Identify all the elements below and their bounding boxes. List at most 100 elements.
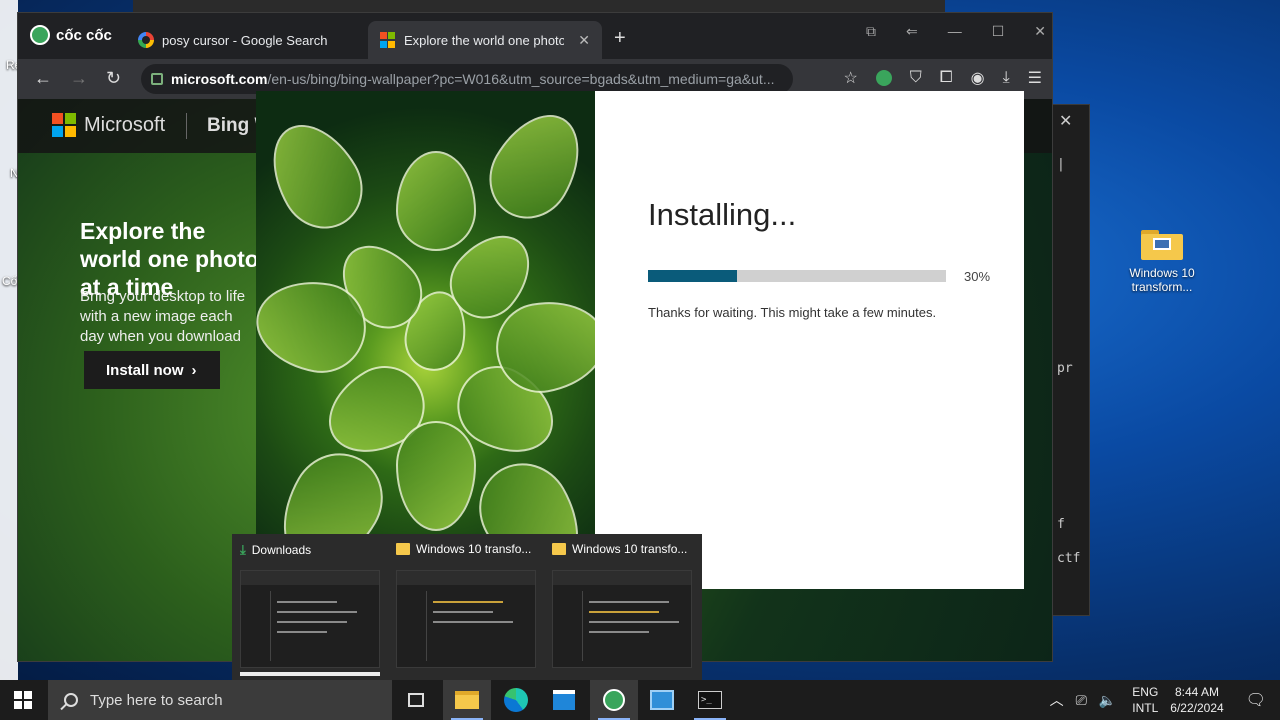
download-icon: ⤓: [240, 542, 246, 557]
clock-time: 8:44 AM: [1174, 685, 1219, 699]
desktop-folder-shortcut[interactable]: Windows 10 transform...: [1122, 228, 1202, 294]
forward-arrow-icon[interactable]: →: [70, 68, 88, 89]
coccoc-icon: [603, 689, 625, 711]
download-icon[interactable]: ⤓: [1003, 69, 1010, 87]
microsoft-logo[interactable]: Microsoft: [52, 113, 165, 137]
close-icon[interactable]: ✕: [1034, 23, 1046, 40]
background-window: [133, 0, 945, 12]
chevron-right-icon: ›: [191, 361, 197, 379]
profile-icon[interactable]: ◉: [971, 68, 985, 88]
tab-title: posy cursor - Google Search: [162, 32, 328, 48]
preview-title: Downloads: [251, 543, 312, 557]
taskbar-coccoc[interactable]: [590, 680, 638, 720]
succulent-image: [256, 91, 595, 589]
new-tab-button[interactable]: +: [614, 27, 626, 50]
search-placeholder: Type here to search: [90, 691, 223, 709]
desktop-fragment-label: Cố: [2, 274, 18, 288]
language-code: ENG: [1132, 685, 1159, 699]
minimize-icon[interactable]: —: [948, 23, 962, 40]
back-split-icon[interactable]: ⇐: [906, 23, 918, 40]
cast-icon[interactable]: ⧉: [866, 23, 876, 40]
taskbar-edge[interactable]: [492, 680, 540, 720]
microsoft-icon: [380, 32, 396, 48]
keyboard-layout: INTL: [1132, 701, 1159, 715]
terminal-text: ctf: [1057, 551, 1081, 566]
brand-label: cốc cốc: [56, 26, 112, 44]
tab-bing-wallpaper[interactable]: Explore the world one photo ✕: [368, 21, 602, 59]
hero-subtitle: Bring your desktop to life with a new im…: [80, 288, 246, 345]
coccoc-logo-icon: [30, 25, 50, 45]
clock[interactable]: 8:44 AM 6/22/2024: [1170, 684, 1223, 716]
window-controls: ⧉ ⇐ — ☐ ✕: [866, 23, 1046, 40]
url-host: microsoft.com: [171, 71, 268, 87]
reload-icon[interactable]: ↻: [106, 68, 121, 89]
dark-mode-icon[interactable]: [875, 70, 892, 86]
maximize-icon[interactable]: ☐: [992, 23, 1005, 40]
terminal-text: pr: [1057, 361, 1073, 376]
installer-title: Installing...: [648, 197, 797, 232]
notification-icon[interactable]: 🗨: [1246, 690, 1266, 710]
volume-muted-icon[interactable]: 🔈: [1099, 692, 1116, 709]
taskbar-store[interactable]: [540, 680, 588, 720]
preview-thumbnail: [552, 570, 692, 668]
close-icon[interactable]: ✕: [1059, 111, 1072, 131]
tab-title: Explore the world one photo: [404, 32, 565, 48]
search-icon: [64, 693, 78, 707]
browser-brand[interactable]: cốc cốc: [30, 25, 112, 45]
taskbar-file-explorer[interactable]: [443, 680, 491, 720]
back-arrow-icon[interactable]: ←: [34, 68, 52, 89]
progress-fill: [648, 270, 738, 282]
clock-date: 6/22/2024: [1170, 701, 1224, 715]
menu-icon[interactable]: ☰: [1028, 68, 1042, 88]
system-tray: ︿ ⎚ 🔈 ENG INTL 8:44 AM 6/22/2024 🗨: [1050, 680, 1280, 720]
language-indicator[interactable]: ENG INTL: [1132, 684, 1158, 716]
lock-icon[interactable]: [151, 73, 163, 85]
microsoft-logo-text: Microsoft: [84, 113, 166, 136]
terminal-text: f: [1057, 517, 1065, 532]
address-bar[interactable]: microsoft.com/en-us/bing/bing-wallpaper?…: [141, 64, 793, 94]
install-label: Install now: [106, 361, 184, 379]
preview-title: Windows 10 transfo...: [416, 542, 532, 556]
installer-message: Thanks for waiting. This might take a fe…: [648, 305, 937, 320]
preview-thumbnail: [240, 570, 380, 668]
installer-dialog: Installing... 30% Thanks for waiting. Th…: [256, 91, 1024, 589]
desktop-edge-strip: [0, 0, 18, 680]
store-icon: [553, 690, 575, 710]
bookmark-star-icon[interactable]: ☆: [843, 68, 857, 88]
tab-google-search[interactable]: posy cursor - Google Search: [126, 21, 362, 59]
tab-bar: cốc cốc posy cursor - Google Search Expl…: [18, 13, 1052, 59]
header-divider: [186, 113, 187, 139]
taskbar-previews: ⤓ Downloads Windows 10 transfo... Window…: [232, 534, 702, 680]
network-icon[interactable]: ⎚: [1076, 692, 1087, 709]
windows-start-icon[interactable]: [14, 691, 32, 709]
folder-icon: [1141, 228, 1183, 260]
shield-icon[interactable]: ⛉: [910, 69, 922, 87]
edge-icon: [504, 688, 528, 712]
preview-downloads[interactable]: ⤓ Downloads: [232, 534, 388, 680]
preview-folder-1[interactable]: Windows 10 transfo...: [388, 534, 544, 680]
terminal-icon: >_: [698, 691, 722, 709]
close-tab-icon[interactable]: ✕: [578, 32, 590, 49]
google-icon: [138, 32, 154, 48]
install-now-button[interactable]: Install now ›: [84, 351, 220, 389]
folder-icon: [552, 543, 566, 555]
microsoft-logo-icon: [52, 113, 76, 137]
chevron-up-icon[interactable]: ︿: [1050, 690, 1064, 710]
desktop-icon-label: Windows 10 transform...: [1129, 266, 1195, 294]
terminal-text: |: [1057, 157, 1065, 172]
taskbar: Type here to search >_ ︿ ⎚ 🔈 ENG INTL 8:…: [0, 680, 1280, 720]
taskbar-terminal[interactable]: >_: [686, 680, 734, 720]
preview-folder-2[interactable]: Windows 10 transfo...: [544, 534, 700, 680]
taskbar-search[interactable]: Type here to search: [48, 680, 392, 720]
progress-percent: 30%: [964, 269, 991, 284]
preview-title: Windows 10 transfo...: [572, 542, 688, 556]
file-explorer-icon: [455, 691, 479, 709]
extensions-icon[interactable]: ⧠: [940, 69, 953, 87]
preview-thumbnail: [396, 570, 536, 668]
task-view-icon: [408, 693, 424, 707]
url-path: /en-us/bing/bing-wallpaper?pc=W016&utm_s…: [267, 71, 775, 87]
install-progress-bar: [648, 270, 946, 282]
taskbar-control-panel[interactable]: [638, 680, 686, 720]
toolbar-icons: ☆ ⛉ ⧠ ◉ ⤓ ☰: [843, 68, 1042, 88]
task-view-button[interactable]: [392, 680, 440, 720]
